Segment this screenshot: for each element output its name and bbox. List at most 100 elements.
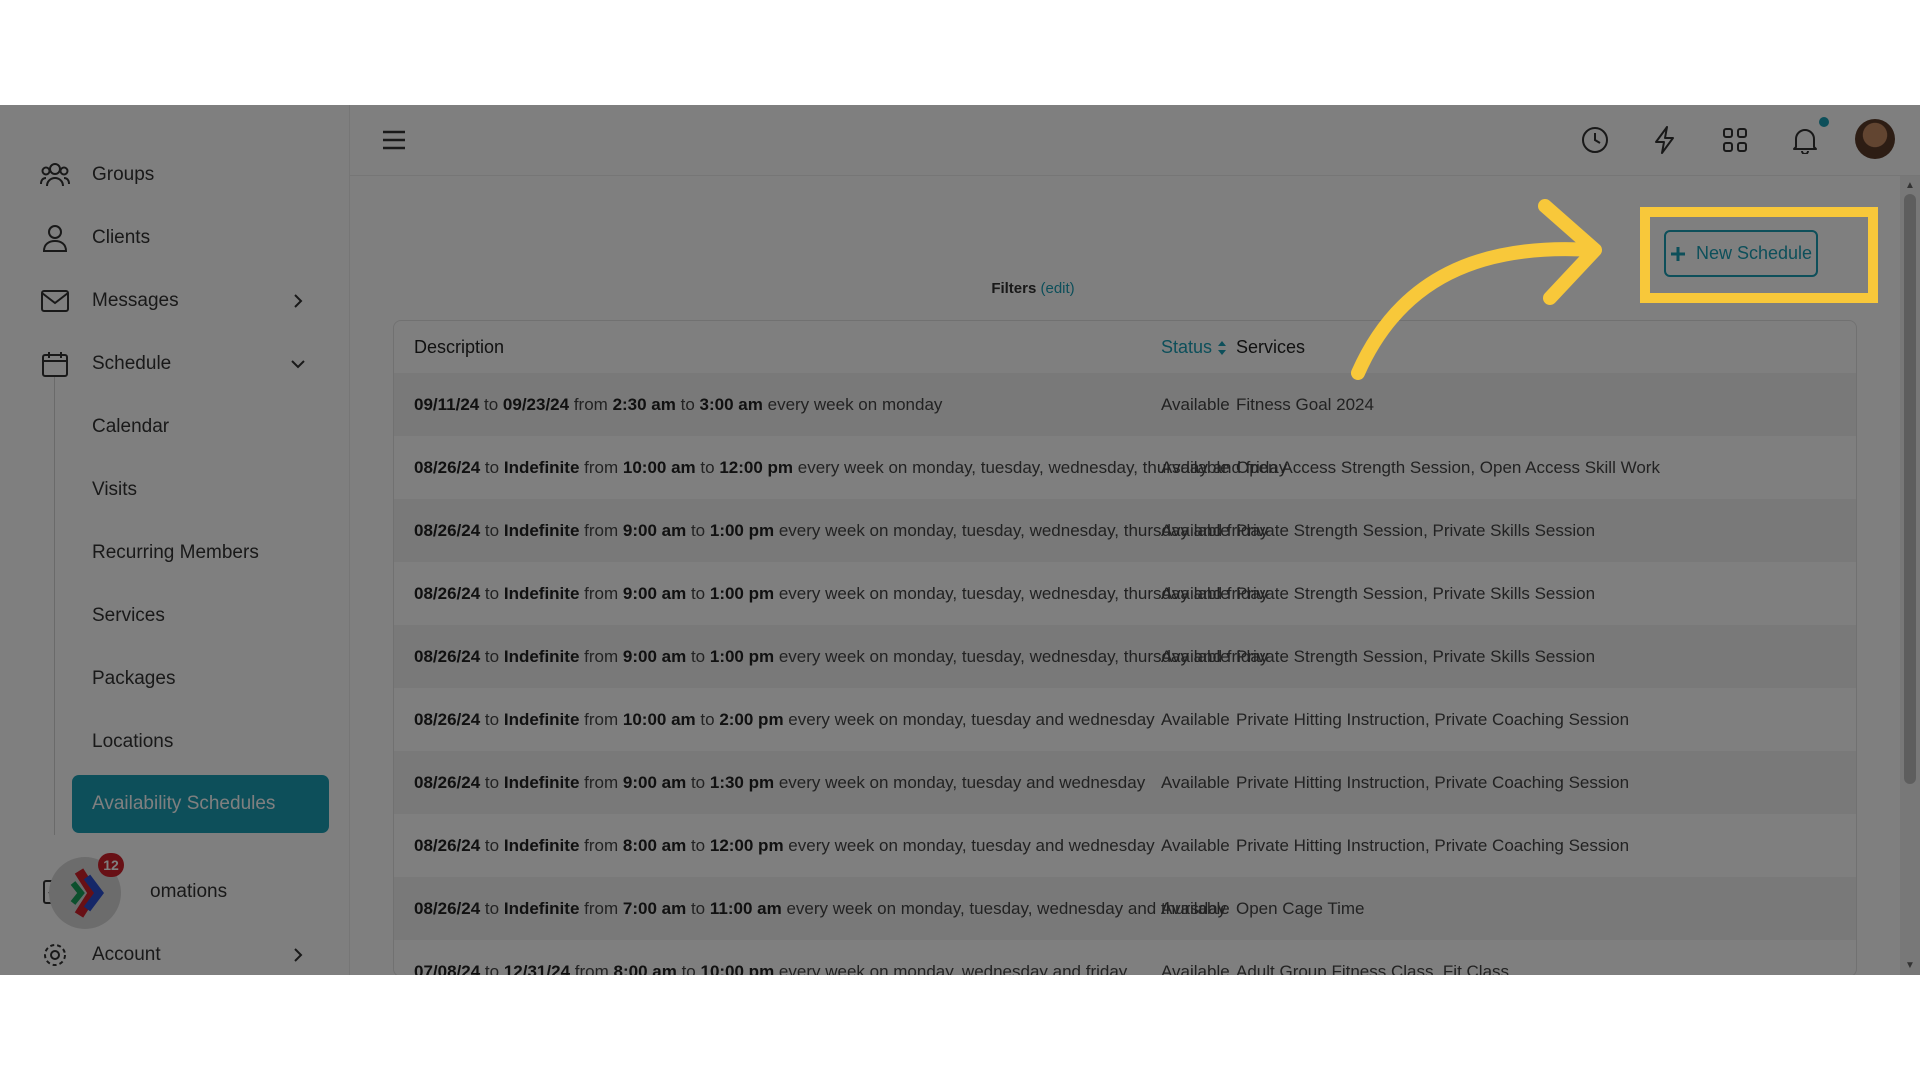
to-word: to	[700, 458, 715, 477]
status-cell: Available	[1161, 647, 1230, 666]
sidebar-item-messages[interactable]: Messages	[0, 276, 349, 326]
start-date: 08/26/24	[414, 710, 481, 729]
table-row[interactable]: 09/11/24 to 09/23/24 from 2:30 am to 3:0…	[394, 373, 1856, 436]
scrollbar-thumb[interactable]	[1904, 194, 1916, 784]
to-word: to	[690, 647, 706, 666]
recurrence-text: every week on monday, wednesday and frid…	[778, 962, 1128, 975]
sidebar-subitem-visits[interactable]: Visits	[92, 470, 137, 510]
start-date: 08/26/24	[414, 458, 481, 477]
to-word: to	[484, 458, 500, 477]
status-cell: Available	[1161, 584, 1230, 603]
end-time: 12:00 pm	[709, 836, 784, 855]
recurrence-text: every week on monday, tuesday and wednes…	[788, 710, 1155, 729]
vertical-scrollbar[interactable]: ▲ ▼	[1900, 176, 1920, 975]
status-cell: Available	[1161, 710, 1230, 729]
start-date: 08/26/24	[414, 584, 481, 603]
end-time: 10:00 pm	[700, 962, 775, 975]
schedules-table: Description Status Services 09/11/24 to …	[393, 320, 1857, 975]
app-window: Groups Clients Messages Schedule Calenda…	[0, 105, 1920, 975]
start-date: 08/26/24	[414, 647, 481, 666]
start-date: 08/26/24	[414, 773, 481, 792]
sidebar-item-groups[interactable]: Groups	[0, 150, 349, 200]
services-cell: Private Hitting Instruction, Private Coa…	[1236, 710, 1630, 729]
mail-icon	[40, 286, 70, 316]
sidebar-subitem-calendar[interactable]: Calendar	[92, 407, 169, 447]
table-row[interactable]: 08/26/24 to Indefinite from 9:00 am to 1…	[394, 562, 1856, 625]
description-cell: 08/26/24 to Indefinite from 9:00 am to 1…	[414, 751, 1145, 814]
services-cell: Private Strength Session, Private Skills…	[1236, 521, 1596, 540]
end-date: 09/23/24	[502, 395, 570, 414]
status-header-label: Status	[1161, 337, 1213, 357]
table-row[interactable]: 08/26/24 to Indefinite from 9:00 am to 1…	[394, 499, 1856, 562]
notification-dot	[1819, 117, 1829, 127]
start-date: 08/26/24	[414, 521, 481, 540]
filters-edit-link[interactable]: (edit)	[1041, 280, 1075, 297]
sidebar-item-schedule[interactable]: Schedule	[0, 339, 349, 389]
apps-grid-icon[interactable]	[1719, 124, 1751, 156]
services-cell: Private Strength Session, Private Skills…	[1236, 647, 1596, 666]
table-row[interactable]: 08/26/24 to Indefinite from 9:00 am to 1…	[394, 751, 1856, 814]
sidebar-subitem-availability-schedules[interactable]: Availability Schedules	[72, 775, 329, 833]
recurrence-text: every week on monday	[767, 395, 943, 414]
sidebar-item-clients[interactable]: Clients	[0, 213, 349, 263]
services-cell: Private Hitting Instruction, Private Coa…	[1236, 773, 1630, 792]
sidebar-subitem-packages[interactable]: Packages	[92, 659, 175, 699]
from-word: from	[584, 521, 619, 540]
scroll-down-arrow-icon[interactable]: ▼	[1905, 960, 1915, 971]
table-row[interactable]: 08/26/24 to Indefinite from 10:00 am to …	[394, 436, 1856, 499]
start-time: 9:00 am	[622, 521, 687, 540]
table-row[interactable]: 08/26/24 to Indefinite from 10:00 am to …	[394, 688, 1856, 751]
description-cell: 08/26/24 to Indefinite from 9:00 am to 1…	[414, 499, 1268, 562]
table-row[interactable]: 08/26/24 to Indefinite from 8:00 am to 1…	[394, 814, 1856, 877]
sidebar-item-label: Groups	[92, 164, 155, 185]
from-word: from	[584, 710, 619, 729]
to-word: to	[690, 584, 706, 603]
table-row[interactable]: 08/26/24 to Indefinite from 7:00 am to 1…	[394, 877, 1856, 940]
bell-icon[interactable]	[1789, 124, 1821, 156]
to-word: to	[484, 521, 500, 540]
sidebar-subitem-locations[interactable]: Locations	[92, 722, 173, 762]
notification-count-badge: 12	[98, 853, 124, 877]
sidebar-item-account[interactable]: Account	[0, 930, 349, 975]
start-time: 8:00 am	[613, 962, 677, 975]
status-cell: Available	[1161, 962, 1230, 975]
from-word: from	[574, 962, 609, 975]
to-word: to	[484, 962, 500, 975]
hamburger-menu-icon[interactable]	[378, 124, 410, 156]
end-date: Indefinite	[503, 773, 580, 792]
end-time: 11:00 am	[709, 899, 782, 918]
to-word: to	[483, 395, 499, 414]
from-word: from	[584, 773, 619, 792]
chevron-down-icon	[289, 355, 307, 373]
sidebar-subitem-recurring-members[interactable]: Recurring Members	[92, 533, 259, 573]
gear-icon	[40, 940, 70, 970]
column-header-services: Services	[1236, 337, 1306, 357]
start-date: 09/11/24	[414, 395, 480, 414]
end-time: 1:00 pm	[709, 584, 775, 603]
column-header-status[interactable]: Status	[1161, 321, 1227, 373]
status-cell: Available	[1161, 521, 1230, 540]
start-time: 9:00 am	[622, 647, 687, 666]
start-time: 8:00 am	[622, 836, 687, 855]
table-row[interactable]: 08/26/24 to Indefinite from 9:00 am to 1…	[394, 625, 1856, 688]
sidebar-item-label: Clients	[92, 227, 151, 248]
lightning-bolt-icon[interactable]	[1649, 124, 1681, 156]
end-date: Indefinite	[503, 899, 580, 918]
submenu-divider	[54, 377, 55, 835]
status-cell: Available	[1161, 458, 1230, 477]
sidebar-subitem-services[interactable]: Services	[92, 596, 165, 636]
to-word: to	[484, 836, 500, 855]
calendar-icon	[40, 349, 70, 379]
history-clock-icon[interactable]	[1579, 124, 1611, 156]
end-time: 1:30 pm	[709, 773, 775, 792]
avatar[interactable]	[1855, 119, 1895, 159]
scroll-up-arrow-icon[interactable]: ▲	[1905, 180, 1915, 191]
table-row[interactable]: 07/08/24 to 12/31/24 from 8:00 am to 10:…	[394, 940, 1856, 975]
chevron-right-icon	[289, 292, 307, 310]
end-time: 1:00 pm	[709, 521, 775, 540]
to-word: to	[690, 836, 706, 855]
to-word: to	[680, 395, 695, 414]
end-date: Indefinite	[503, 458, 580, 477]
end-date: Indefinite	[503, 584, 580, 603]
end-time: 12:00 pm	[719, 458, 794, 477]
